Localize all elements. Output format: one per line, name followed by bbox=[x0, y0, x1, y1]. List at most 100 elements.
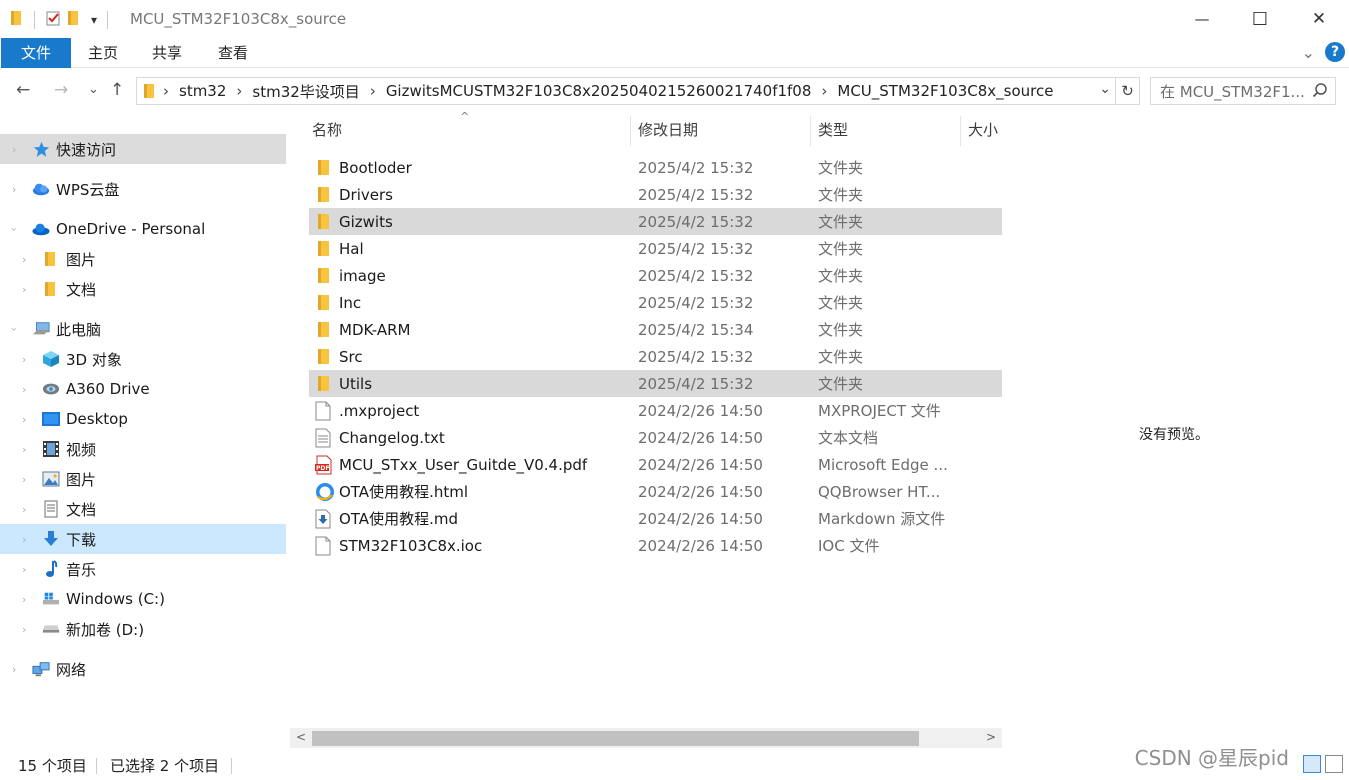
file-row[interactable]: OTA使用教程.html 2024/2/26 14:50 QQBrowser HT.… bbox=[309, 478, 1002, 505]
sidebar-item-network[interactable]: › 网络 bbox=[0, 654, 286, 684]
breadcrumb-separator[interactable]: › bbox=[364, 82, 382, 100]
breadcrumb-item-current[interactable]: MCU_STM32F103C8x_source bbox=[833, 82, 1057, 100]
file-row[interactable]: Gizwits 2025/4/2 15:32 文件夹 bbox=[309, 208, 1002, 235]
column-header-size[interactable]: 大小 bbox=[968, 112, 1004, 148]
file-row[interactable]: image 2025/4/2 15:32 文件夹 bbox=[309, 262, 1002, 289]
column-header-type[interactable]: 类型 bbox=[818, 112, 958, 148]
expand-chevron-icon[interactable]: › bbox=[22, 533, 26, 546]
view-toggle bbox=[1303, 755, 1343, 773]
collapse-chevron-icon[interactable]: › bbox=[8, 227, 21, 231]
collapse-chevron-icon[interactable]: › bbox=[8, 327, 21, 331]
up-button[interactable]: ↑ bbox=[110, 80, 124, 100]
column-header-name[interactable]: 名称 bbox=[312, 112, 630, 148]
column-header-date[interactable]: 修改日期 bbox=[638, 112, 808, 148]
sidebar-item-label: 网络 bbox=[56, 660, 87, 679]
scroll-left-button[interactable]: < bbox=[296, 730, 306, 744]
expand-chevron-icon[interactable]: › bbox=[22, 623, 26, 636]
expand-chevron-icon[interactable]: › bbox=[22, 353, 26, 366]
file-row[interactable]: .mxproject 2024/2/26 14:50 MXPROJECT 文件 bbox=[309, 397, 1002, 424]
file-row[interactable]: STM32F103C8x.ioc 2024/2/26 14:50 IOC 文件 bbox=[309, 532, 1002, 559]
sidebar-item-pictures[interactable]: › 图片 bbox=[0, 464, 286, 494]
minimize-button[interactable]: — bbox=[1173, 0, 1231, 38]
sidebar-item-drive-c[interactable]: › Windows (C:) bbox=[0, 584, 286, 614]
file-row[interactable]: Hal 2025/4/2 15:32 文件夹 bbox=[309, 235, 1002, 262]
sidebar-item-onedrive-documents[interactable]: › 文档 bbox=[0, 274, 286, 304]
file-row[interactable]: Utils 2025/4/2 15:32 文件夹 bbox=[309, 370, 1002, 397]
sidebar-item-3d-objects[interactable]: › 3D 对象 bbox=[0, 344, 286, 374]
expand-chevron-icon[interactable]: › bbox=[12, 143, 16, 156]
file-date: 2024/2/26 14:50 bbox=[638, 536, 763, 555]
breadcrumb-item[interactable]: stm32毕设项目 bbox=[248, 81, 363, 102]
file-row[interactable]: Inc 2025/4/2 15:32 文件夹 bbox=[309, 289, 1002, 316]
sidebar-item-onedrive[interactable]: › OneDrive - Personal bbox=[0, 214, 286, 244]
folder-icon bbox=[315, 239, 333, 259]
sidebar-item-videos[interactable]: › 视频 bbox=[0, 434, 286, 464]
expand-chevron-icon[interactable]: › bbox=[22, 503, 26, 516]
tab-home[interactable]: 主页 bbox=[80, 38, 126, 68]
file-row[interactable]: OTA使用教程.md 2024/2/26 14:50 Markdown 源文件 bbox=[309, 505, 1002, 532]
properties-icon[interactable] bbox=[45, 10, 61, 30]
close-button[interactable]: ✕ bbox=[1290, 0, 1348, 38]
expand-chevron-icon[interactable]: › bbox=[22, 593, 26, 606]
file-row[interactable]: MDK-ARM 2025/4/2 15:34 文件夹 bbox=[309, 316, 1002, 343]
details-view-button[interactable] bbox=[1303, 755, 1321, 773]
expand-chevron-icon[interactable]: › bbox=[22, 413, 26, 426]
address-dropdown-button[interactable]: ⌄ bbox=[1099, 81, 1111, 97]
tab-file[interactable]: 文件 bbox=[1, 38, 71, 68]
sidebar-item-wps-cloud[interactable]: › WPS云盘 bbox=[0, 174, 286, 204]
file-row[interactable]: Changelog.txt 2024/2/26 14:50 文本文档 bbox=[309, 424, 1002, 451]
breadcrumb-item[interactable]: GizwitsMCUSTM32F103C8x202504021526002174… bbox=[382, 82, 816, 100]
qat-dropdown-button[interactable]: ▾ bbox=[91, 13, 97, 27]
expand-chevron-icon[interactable]: › bbox=[22, 253, 26, 266]
search-icon[interactable] bbox=[1312, 82, 1328, 102]
file-row[interactable]: Drivers 2025/4/2 15:32 文件夹 bbox=[309, 181, 1002, 208]
address-bar[interactable]: › stm32 › stm32毕设项目 › GizwitsMCUSTM32F10… bbox=[136, 77, 1116, 105]
breadcrumb-separator[interactable]: › bbox=[157, 82, 175, 100]
sidebar-item-this-pc[interactable]: › 此电脑 bbox=[0, 314, 286, 344]
quick-access-toolbar: ▾ bbox=[10, 10, 112, 30]
refresh-button[interactable]: ↻ bbox=[1116, 77, 1140, 105]
breadcrumb-separator[interactable]: › bbox=[230, 82, 248, 100]
search-box[interactable]: 在 MCU_STM32F1... bbox=[1150, 77, 1336, 105]
breadcrumb-item[interactable]: stm32 bbox=[175, 82, 230, 100]
maximize-button[interactable]: ☐ bbox=[1231, 0, 1289, 38]
file-row[interactable]: Src 2025/4/2 15:32 文件夹 bbox=[309, 343, 1002, 370]
search-input[interactable]: 在 MCU_STM32F1... bbox=[1160, 81, 1305, 102]
recent-locations-button[interactable]: ⌄ bbox=[88, 82, 99, 97]
ribbon-expand-button[interactable]: ⌄ bbox=[1302, 43, 1315, 62]
file-row[interactable]: Bootloder 2025/4/2 15:32 文件夹 bbox=[309, 154, 1002, 181]
tab-share[interactable]: 共享 bbox=[144, 38, 190, 68]
column-divider[interactable] bbox=[630, 116, 631, 146]
file-type: 文件夹 bbox=[818, 240, 864, 258]
expand-chevron-icon[interactable]: › bbox=[22, 383, 26, 396]
forward-button[interactable]: → bbox=[54, 80, 68, 100]
help-icon[interactable]: ? bbox=[1325, 42, 1345, 62]
expand-chevron-icon[interactable]: › bbox=[22, 563, 26, 576]
tab-view[interactable]: 查看 bbox=[210, 38, 256, 68]
expand-chevron-icon[interactable]: › bbox=[12, 663, 16, 676]
expand-chevron-icon[interactable]: › bbox=[22, 443, 26, 456]
breadcrumb-separator[interactable]: › bbox=[815, 82, 833, 100]
scrollbar-thumb[interactable] bbox=[312, 731, 919, 746]
sidebar-item-onedrive-pictures[interactable]: › 图片 bbox=[0, 244, 286, 274]
file-name: Inc bbox=[339, 293, 362, 312]
sidebar-item-downloads[interactable]: › 下载 bbox=[0, 524, 286, 554]
scroll-right-button[interactable]: > bbox=[986, 730, 996, 744]
sidebar-item-a360-drive[interactable]: › A360 Drive bbox=[0, 374, 286, 404]
large-icons-view-button[interactable] bbox=[1325, 755, 1343, 773]
expand-chevron-icon[interactable]: › bbox=[22, 473, 26, 486]
back-button[interactable]: ← bbox=[16, 80, 30, 100]
horizontal-scrollbar[interactable]: < > bbox=[290, 728, 1002, 748]
expand-chevron-icon[interactable]: › bbox=[12, 183, 16, 196]
sidebar-item-drive-d[interactable]: › 新加卷 (D:) bbox=[0, 614, 286, 644]
sidebar-item-desktop[interactable]: › Desktop bbox=[0, 404, 286, 434]
sidebar-item-quick-access[interactable]: › 快速访问 bbox=[0, 134, 286, 164]
sidebar-item-documents[interactable]: › 文档 bbox=[0, 494, 286, 524]
column-divider[interactable] bbox=[810, 116, 811, 146]
column-divider[interactable] bbox=[960, 116, 961, 146]
expand-chevron-icon[interactable]: › bbox=[22, 283, 26, 296]
pictures-icon bbox=[42, 470, 60, 488]
file-row[interactable]: PDF MCU_STxx_User_Guitde_V0.4.pdf 2024/2/2… bbox=[309, 451, 1002, 478]
new-folder-icon[interactable] bbox=[67, 10, 81, 30]
sidebar-item-music[interactable]: › 音乐 bbox=[0, 554, 286, 584]
